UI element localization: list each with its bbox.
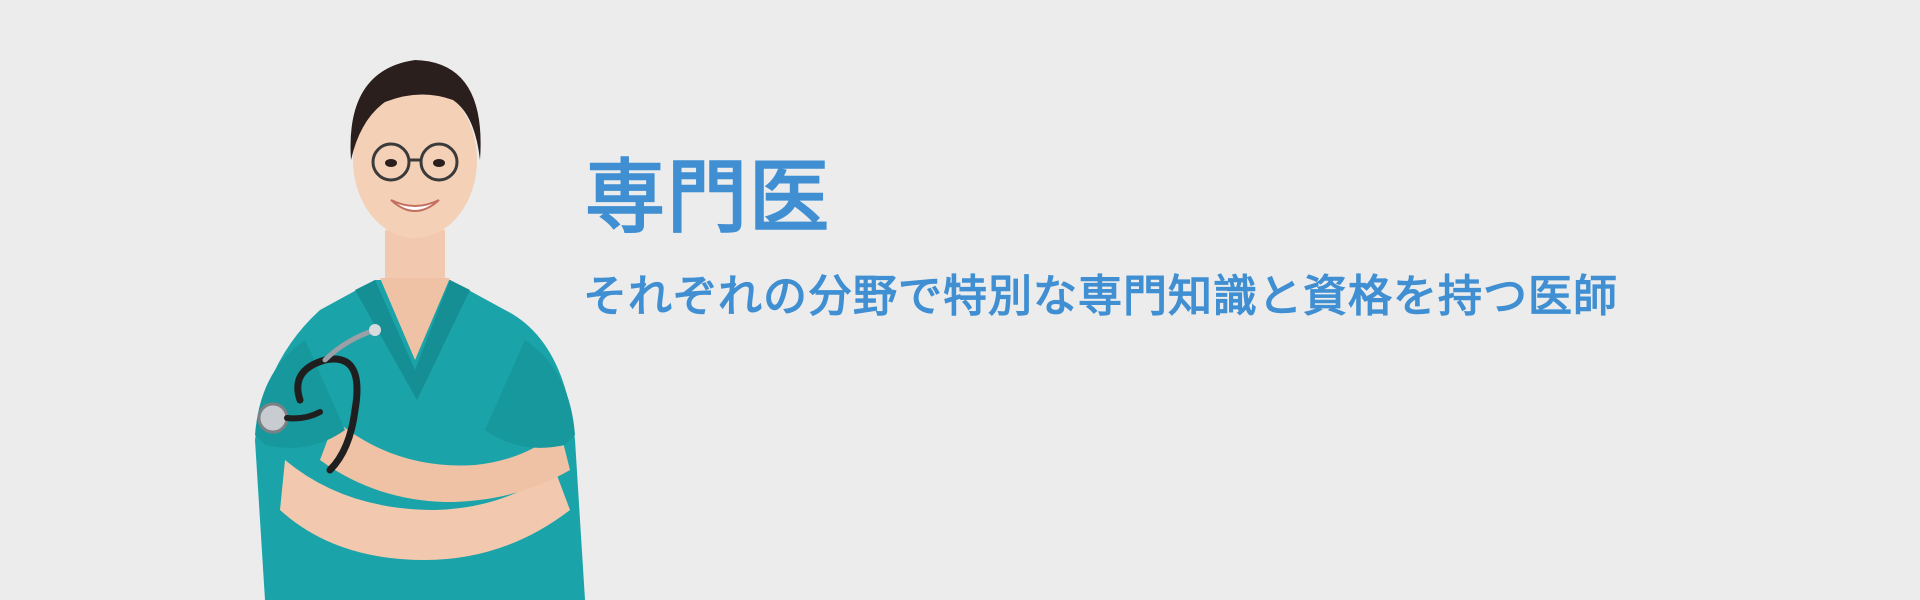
hero-banner: 専門医 それぞれの分野で特別な専門知識と資格を持つ医師 bbox=[0, 0, 1920, 600]
doctor-illustration-icon bbox=[255, 60, 585, 600]
doctor-photo bbox=[225, 40, 605, 600]
page-subtitle: それぞれの分野で特別な専門知識と資格を持つ医師 bbox=[583, 271, 1618, 322]
page-title: 専門医 bbox=[585, 151, 831, 244]
